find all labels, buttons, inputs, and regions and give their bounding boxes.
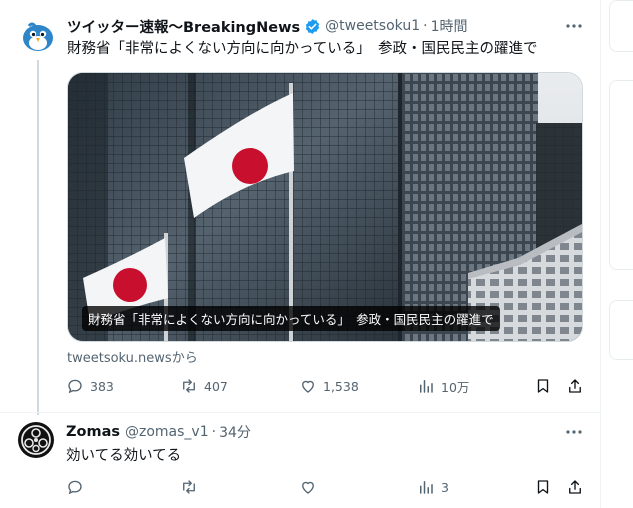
more-icon[interactable] (563, 423, 585, 441)
views-button[interactable]: 3 (417, 477, 449, 497)
tweet-actions: 3 (66, 477, 586, 497)
bookmark-button[interactable] (534, 477, 558, 497)
reply-icon (68, 480, 82, 495)
share-icon (569, 480, 581, 494)
avatar[interactable] (18, 422, 54, 458)
side-panel-fragment (609, 300, 633, 360)
timeline: ツイッター速報〜BreakingNews @tweetsoku1 · 1時間 財… (0, 0, 601, 508)
divider (0, 412, 601, 413)
reply-icon (68, 379, 82, 394)
like-icon (302, 481, 314, 494)
bookmark-icon (537, 480, 549, 494)
timestamp[interactable]: 34分 (219, 422, 251, 442)
bookmark-icon (537, 379, 549, 393)
verified-badge-icon (305, 18, 320, 34)
retweet-button[interactable] (180, 477, 204, 497)
tweet-header: ツイッター速報〜BreakingNews @tweetsoku1 · 1時間 (67, 16, 584, 36)
retweet-button[interactable]: 407 (180, 376, 228, 396)
thread-connector (37, 60, 39, 415)
separator: · (423, 18, 428, 34)
views-icon (420, 481, 433, 494)
handle[interactable]: @zomas_v1 (125, 424, 209, 440)
bird-avatar-icon (23, 22, 53, 51)
tweet-text: 効いてる効いてる (66, 448, 182, 464)
display-name[interactable]: ツイッター速報〜BreakingNews (67, 16, 300, 37)
retweet-count: 407 (204, 378, 228, 394)
views-count: 10万 (441, 379, 470, 395)
avatar[interactable] (18, 16, 58, 56)
tweet-text: 財務省「非常によくない方向に向かっている」 参政・国民民主の躍進で (67, 41, 538, 57)
retweet-icon (183, 480, 195, 494)
side-panel-fragment (609, 0, 633, 52)
link-card[interactable]: 財務省「非常によくない方向に向かっている」 参政・国民民主の躍進で (67, 72, 583, 342)
views-icon (420, 380, 433, 393)
bookmark-button[interactable] (534, 376, 558, 396)
card-image (68, 73, 582, 341)
timestamp[interactable]: 1時間 (431, 16, 468, 36)
reply-count: 383 (90, 378, 114, 394)
tweet-actions: 383 407 1,538 10万 (66, 376, 586, 396)
share-button[interactable] (566, 376, 590, 396)
retweet-icon (183, 379, 195, 393)
like-count: 1,538 (323, 378, 359, 394)
reply-button[interactable]: 383 (66, 376, 114, 396)
like-icon (302, 380, 314, 393)
side-panel-fragment (609, 80, 633, 270)
views-count: 3 (441, 479, 449, 495)
side-panel-edge (601, 0, 633, 508)
separator: · (211, 424, 217, 440)
more-icon[interactable] (563, 17, 585, 35)
display-name[interactable]: Zomas (66, 424, 120, 440)
card-source[interactable]: tweetsoku.newsから (67, 347, 198, 366)
share-button[interactable] (566, 477, 590, 497)
views-button[interactable]: 10万 (417, 376, 469, 396)
crest-avatar-icon (19, 423, 53, 457)
share-icon (569, 379, 581, 393)
card-caption: 財務省「非常によくない方向に向かっている」 参政・国民民主の躍進で (82, 306, 500, 331)
reply-button[interactable] (66, 477, 90, 497)
like-button[interactable] (299, 477, 323, 497)
tweet-header: Zomas @zomas_v1 · 34分 (66, 422, 251, 442)
handle[interactable]: @tweetsoku1 (325, 18, 420, 34)
like-button[interactable]: 1,538 (299, 376, 359, 396)
